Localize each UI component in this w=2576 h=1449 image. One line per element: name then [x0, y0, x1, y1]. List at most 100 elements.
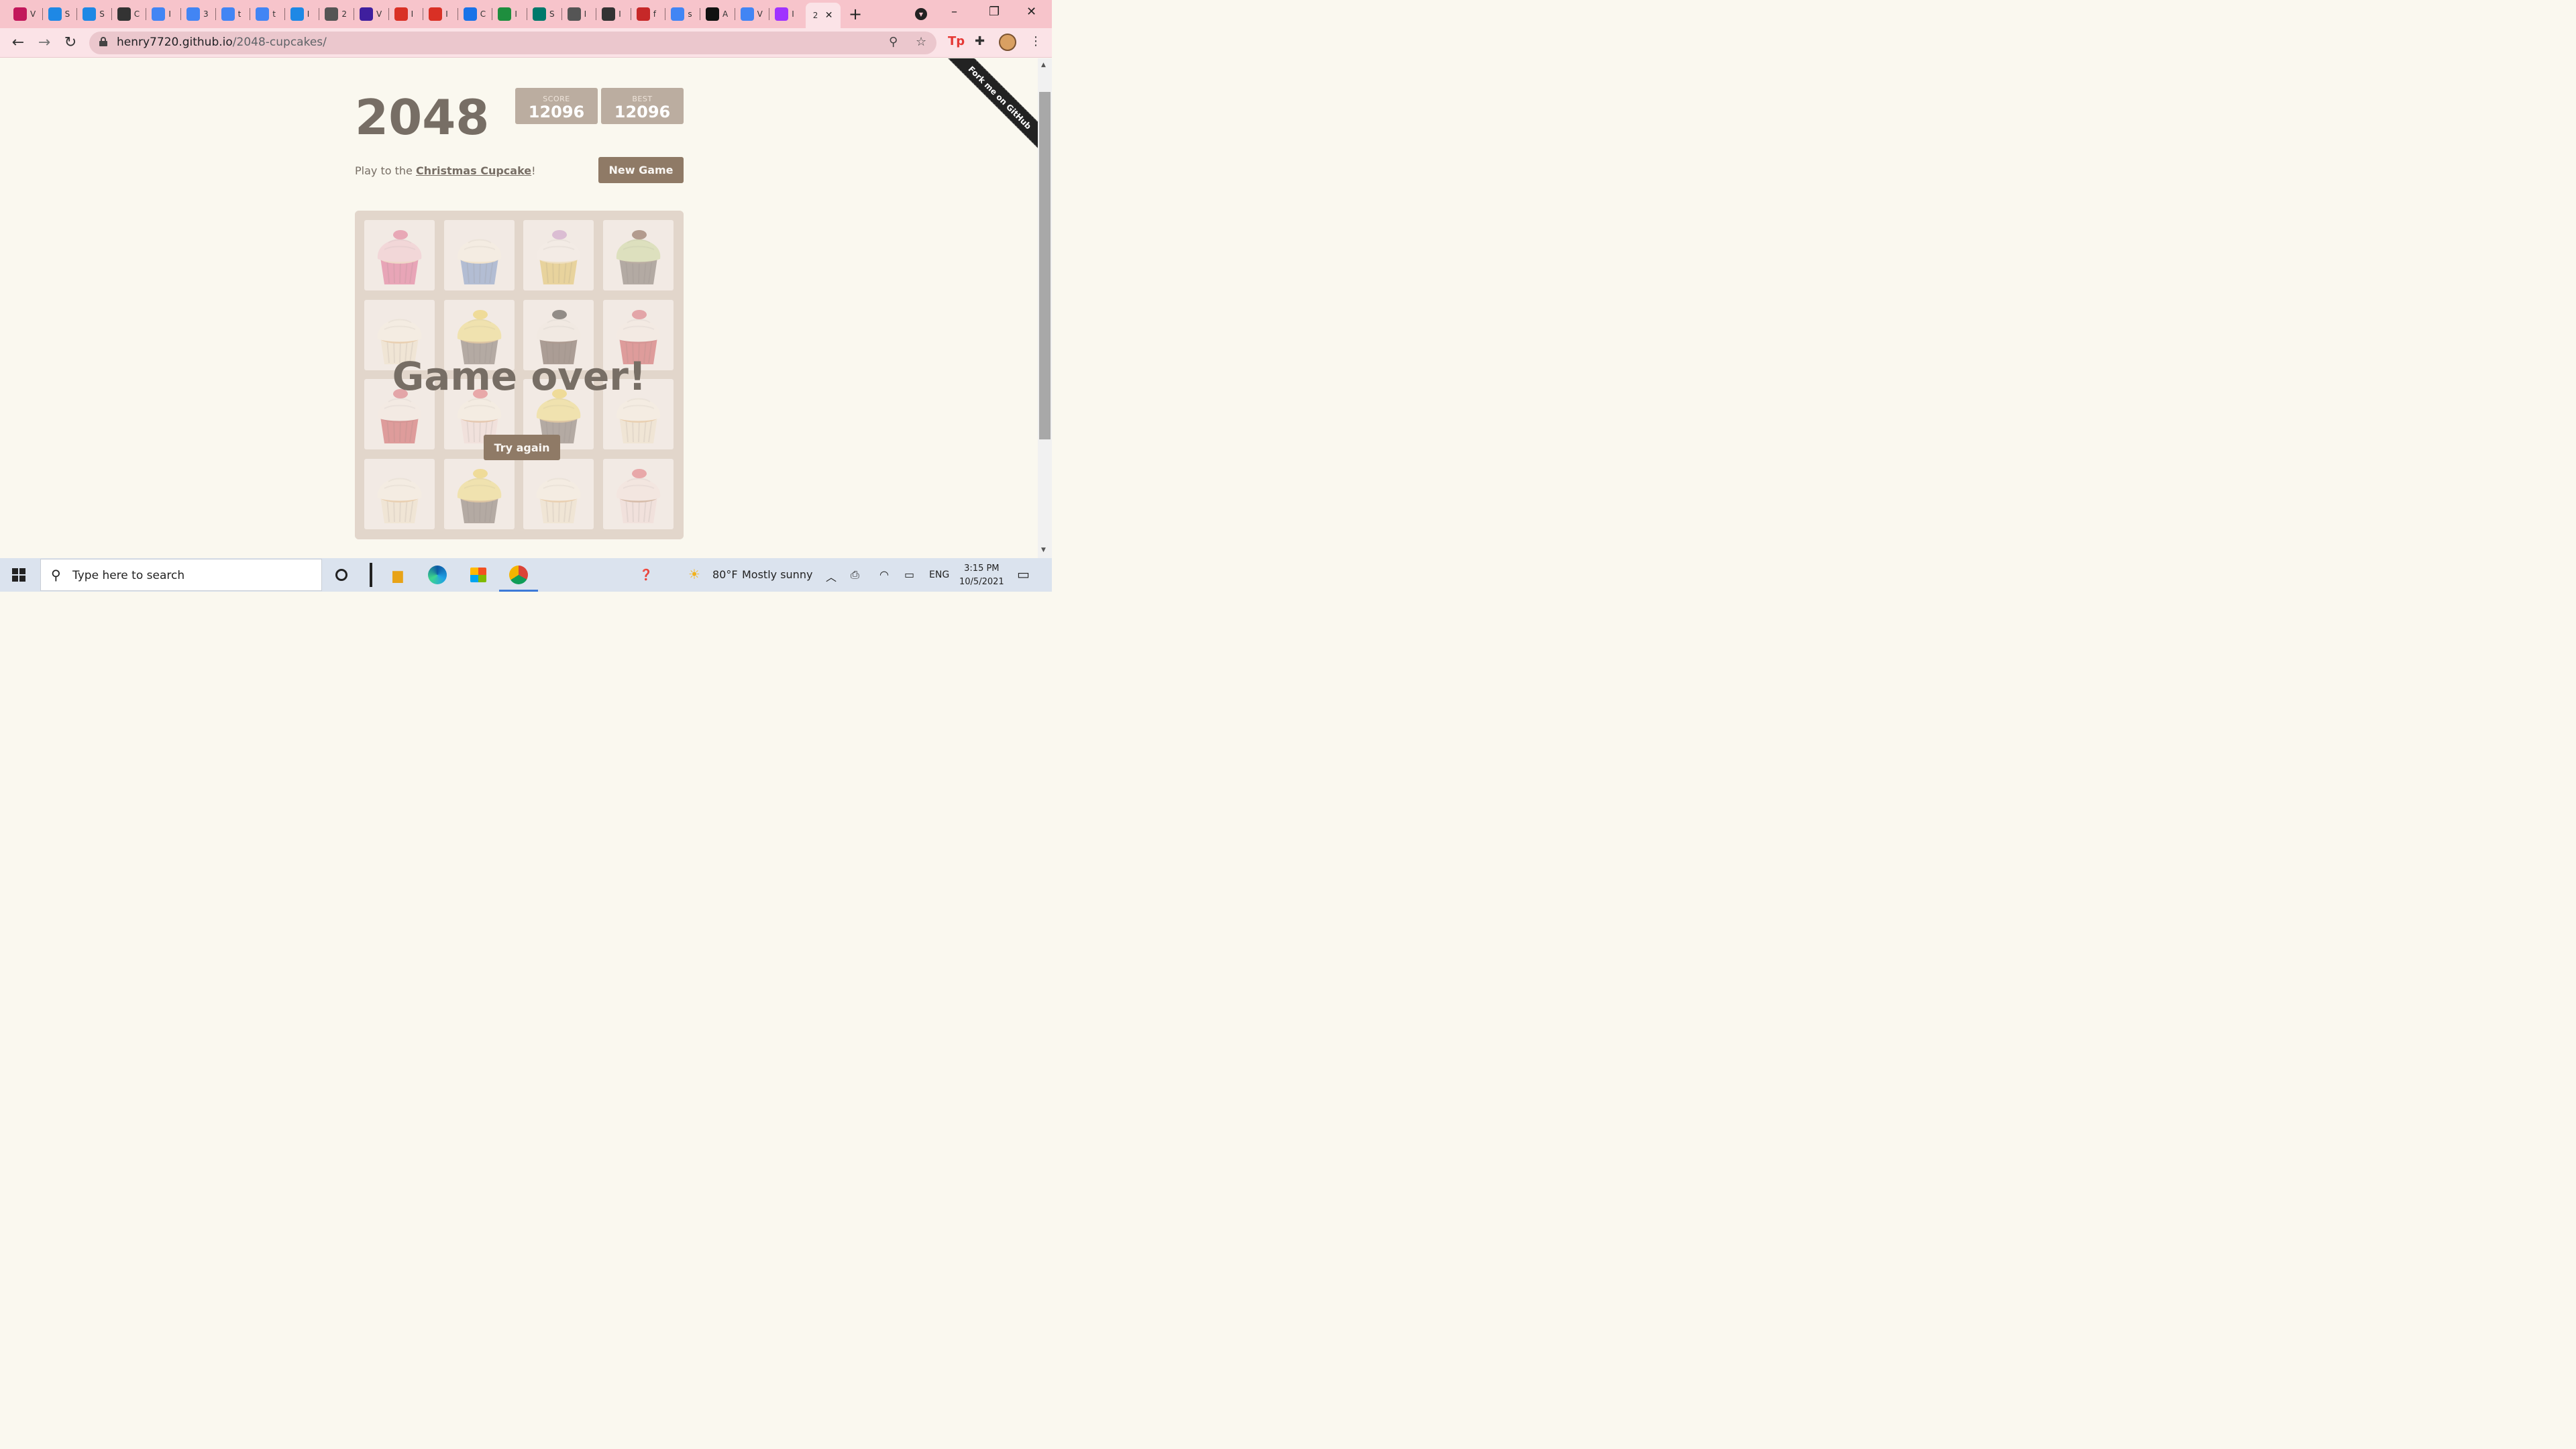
browser-tab[interactable]: A	[702, 4, 735, 24]
browser-tab[interactable]: I	[425, 4, 458, 24]
tab-title: 2	[341, 9, 347, 19]
file-explorer-icon[interactable]: ▆	[388, 565, 408, 585]
tab-title: I	[307, 9, 310, 19]
tab-separator	[180, 8, 181, 20]
url-text[interactable]: henry7720.github.io/2048-cupcakes/	[117, 36, 327, 49]
browser-tab[interactable]: I	[390, 4, 424, 24]
game-board[interactable]: Game over! Try again	[355, 211, 684, 539]
gmail-icon	[429, 7, 443, 21]
weather-temp[interactable]: 80°F	[712, 568, 738, 581]
github-ribbon[interactable]: Fork me on GitHub	[937, 58, 1038, 159]
messenger-icon	[775, 7, 789, 21]
language-indicator[interactable]: ENG	[929, 570, 949, 580]
search-placeholder: Type here to search	[72, 569, 185, 582]
lock-icon[interactable]	[99, 37, 107, 46]
tab-title: I	[445, 9, 448, 19]
weather-sun-icon[interactable]: ☀	[688, 566, 700, 582]
score-box: SCORE 12096	[515, 88, 598, 124]
tab-title: C	[480, 9, 486, 19]
battery-icon[interactable]: ▭	[904, 568, 914, 581]
tab-title: I	[515, 9, 517, 19]
restore-button[interactable]: ❐	[989, 4, 1000, 20]
printer-icon[interactable]: ⎙	[851, 568, 859, 582]
cortana-icon[interactable]	[331, 565, 352, 585]
browser-tab-strip: + ▼ – ❐ ✕ V S S C I 3 t t I 2 V I I C I S I If s A V I 2 ✕	[0, 0, 1052, 28]
tab-title: I	[584, 9, 587, 19]
browser-tab[interactable]: C	[460, 4, 493, 24]
browser-tab[interactable]: I	[564, 4, 597, 24]
browser-tab[interactable]: I	[598, 4, 631, 24]
close-window-button[interactable]: ✕	[1026, 4, 1036, 20]
extensions-puzzle-icon[interactable]: ✚	[975, 34, 985, 48]
browser-tab[interactable]: t	[252, 4, 285, 24]
tab-separator	[215, 8, 216, 20]
show-hidden-icons-chevron-up-icon[interactable]: ︿	[826, 568, 837, 584]
tab-title: V	[376, 9, 382, 19]
tp-extension-icon[interactable]: Tp	[948, 34, 965, 48]
tab-search-icon[interactable]: ▼	[915, 8, 927, 20]
task-view-icon[interactable]	[361, 563, 381, 587]
browser-tab[interactable]: f	[633, 4, 666, 24]
notifications-icon[interactable]: ▭	[1017, 566, 1030, 582]
best-box: BEST 12096	[601, 88, 684, 124]
browser-tab[interactable]: I	[286, 4, 320, 24]
browser-tab[interactable]: V	[9, 4, 43, 24]
reload-icon[interactable]: ↻	[61, 34, 80, 52]
tab-title: I	[168, 9, 171, 19]
browser-tab[interactable]: 2 ✕	[805, 3, 841, 28]
browser-tab[interactable]: I	[494, 4, 527, 24]
tab-separator	[111, 8, 112, 20]
scroll-down-arrow-icon[interactable]: ▼	[1041, 547, 1046, 553]
weather-desc[interactable]: Mostly sunny	[742, 568, 812, 581]
chrome-icon[interactable]	[508, 565, 529, 585]
browser-tab[interactable]: V	[356, 4, 389, 24]
try-again-button[interactable]: Try again	[484, 435, 560, 460]
zoom-icon[interactable]: ⚲	[889, 35, 898, 49]
page-scrollbar[interactable]: ▲ ▼	[1038, 58, 1052, 558]
taskbar-search-box[interactable]: ⚲ Type here to search	[40, 559, 322, 591]
menu-kebab-icon[interactable]: ⋮	[1030, 34, 1042, 48]
search-icon: ⚲	[51, 567, 61, 583]
tab-title: V	[30, 9, 36, 19]
profile-avatar[interactable]	[999, 34, 1016, 51]
help-icon[interactable]: ❓	[639, 568, 653, 581]
edge-browser-icon[interactable]	[427, 565, 447, 585]
browser-tab[interactable]: S	[44, 4, 78, 24]
browser-tab[interactable]: t	[217, 4, 251, 24]
tab-separator	[42, 8, 43, 20]
windows-start-icon[interactable]	[12, 568, 25, 582]
wordreference-icon	[636, 7, 650, 21]
browser-tab[interactable]: I	[771, 4, 804, 24]
shield-icon	[602, 7, 616, 21]
browser-tab[interactable]: S	[529, 4, 562, 24]
minimize-button[interactable]: –	[951, 4, 957, 20]
browser-tab[interactable]: s	[667, 4, 700, 24]
browser-tab[interactable]: C	[113, 4, 147, 24]
browser-tab[interactable]: S	[78, 4, 112, 24]
browser-tab[interactable]: 3	[182, 4, 216, 24]
tab-title: C	[133, 9, 140, 19]
scroll-up-arrow-icon[interactable]: ▲	[1041, 62, 1046, 68]
tab-title: 2	[812, 11, 818, 20]
browser-tab[interactable]: 2	[321, 4, 354, 24]
compass-icon	[533, 7, 546, 21]
system-clock[interactable]: 3:15 PM 10/5/2021	[959, 562, 1004, 589]
new-game-button[interactable]: New Game	[598, 157, 684, 183]
tab-title: t	[237, 9, 241, 19]
tab-title: s	[688, 9, 692, 19]
forward-arrow-icon[interactable]: →	[35, 34, 54, 52]
scrollbar-thumb[interactable]	[1039, 92, 1051, 439]
microsoft-store-icon[interactable]	[468, 565, 488, 585]
close-tab-icon[interactable]: ✕	[825, 10, 833, 21]
new-tab-button[interactable]: +	[849, 5, 862, 23]
wifi-icon[interactable]: ◠	[879, 568, 889, 581]
google-docs-icon	[221, 7, 235, 21]
tab-title: S	[99, 9, 105, 19]
browser-tab[interactable]: I	[148, 4, 181, 24]
christmas-cupcake-link[interactable]: Christmas Cupcake	[416, 164, 531, 177]
bookmark-star-icon[interactable]: ☆	[916, 35, 926, 49]
page-content: Fork me on GitHub 2048 SCORE 12096 BEST …	[0, 58, 1038, 558]
back-arrow-icon[interactable]: ←	[9, 34, 28, 52]
google-icon	[671, 7, 685, 21]
browser-tab[interactable]: V	[737, 4, 770, 24]
